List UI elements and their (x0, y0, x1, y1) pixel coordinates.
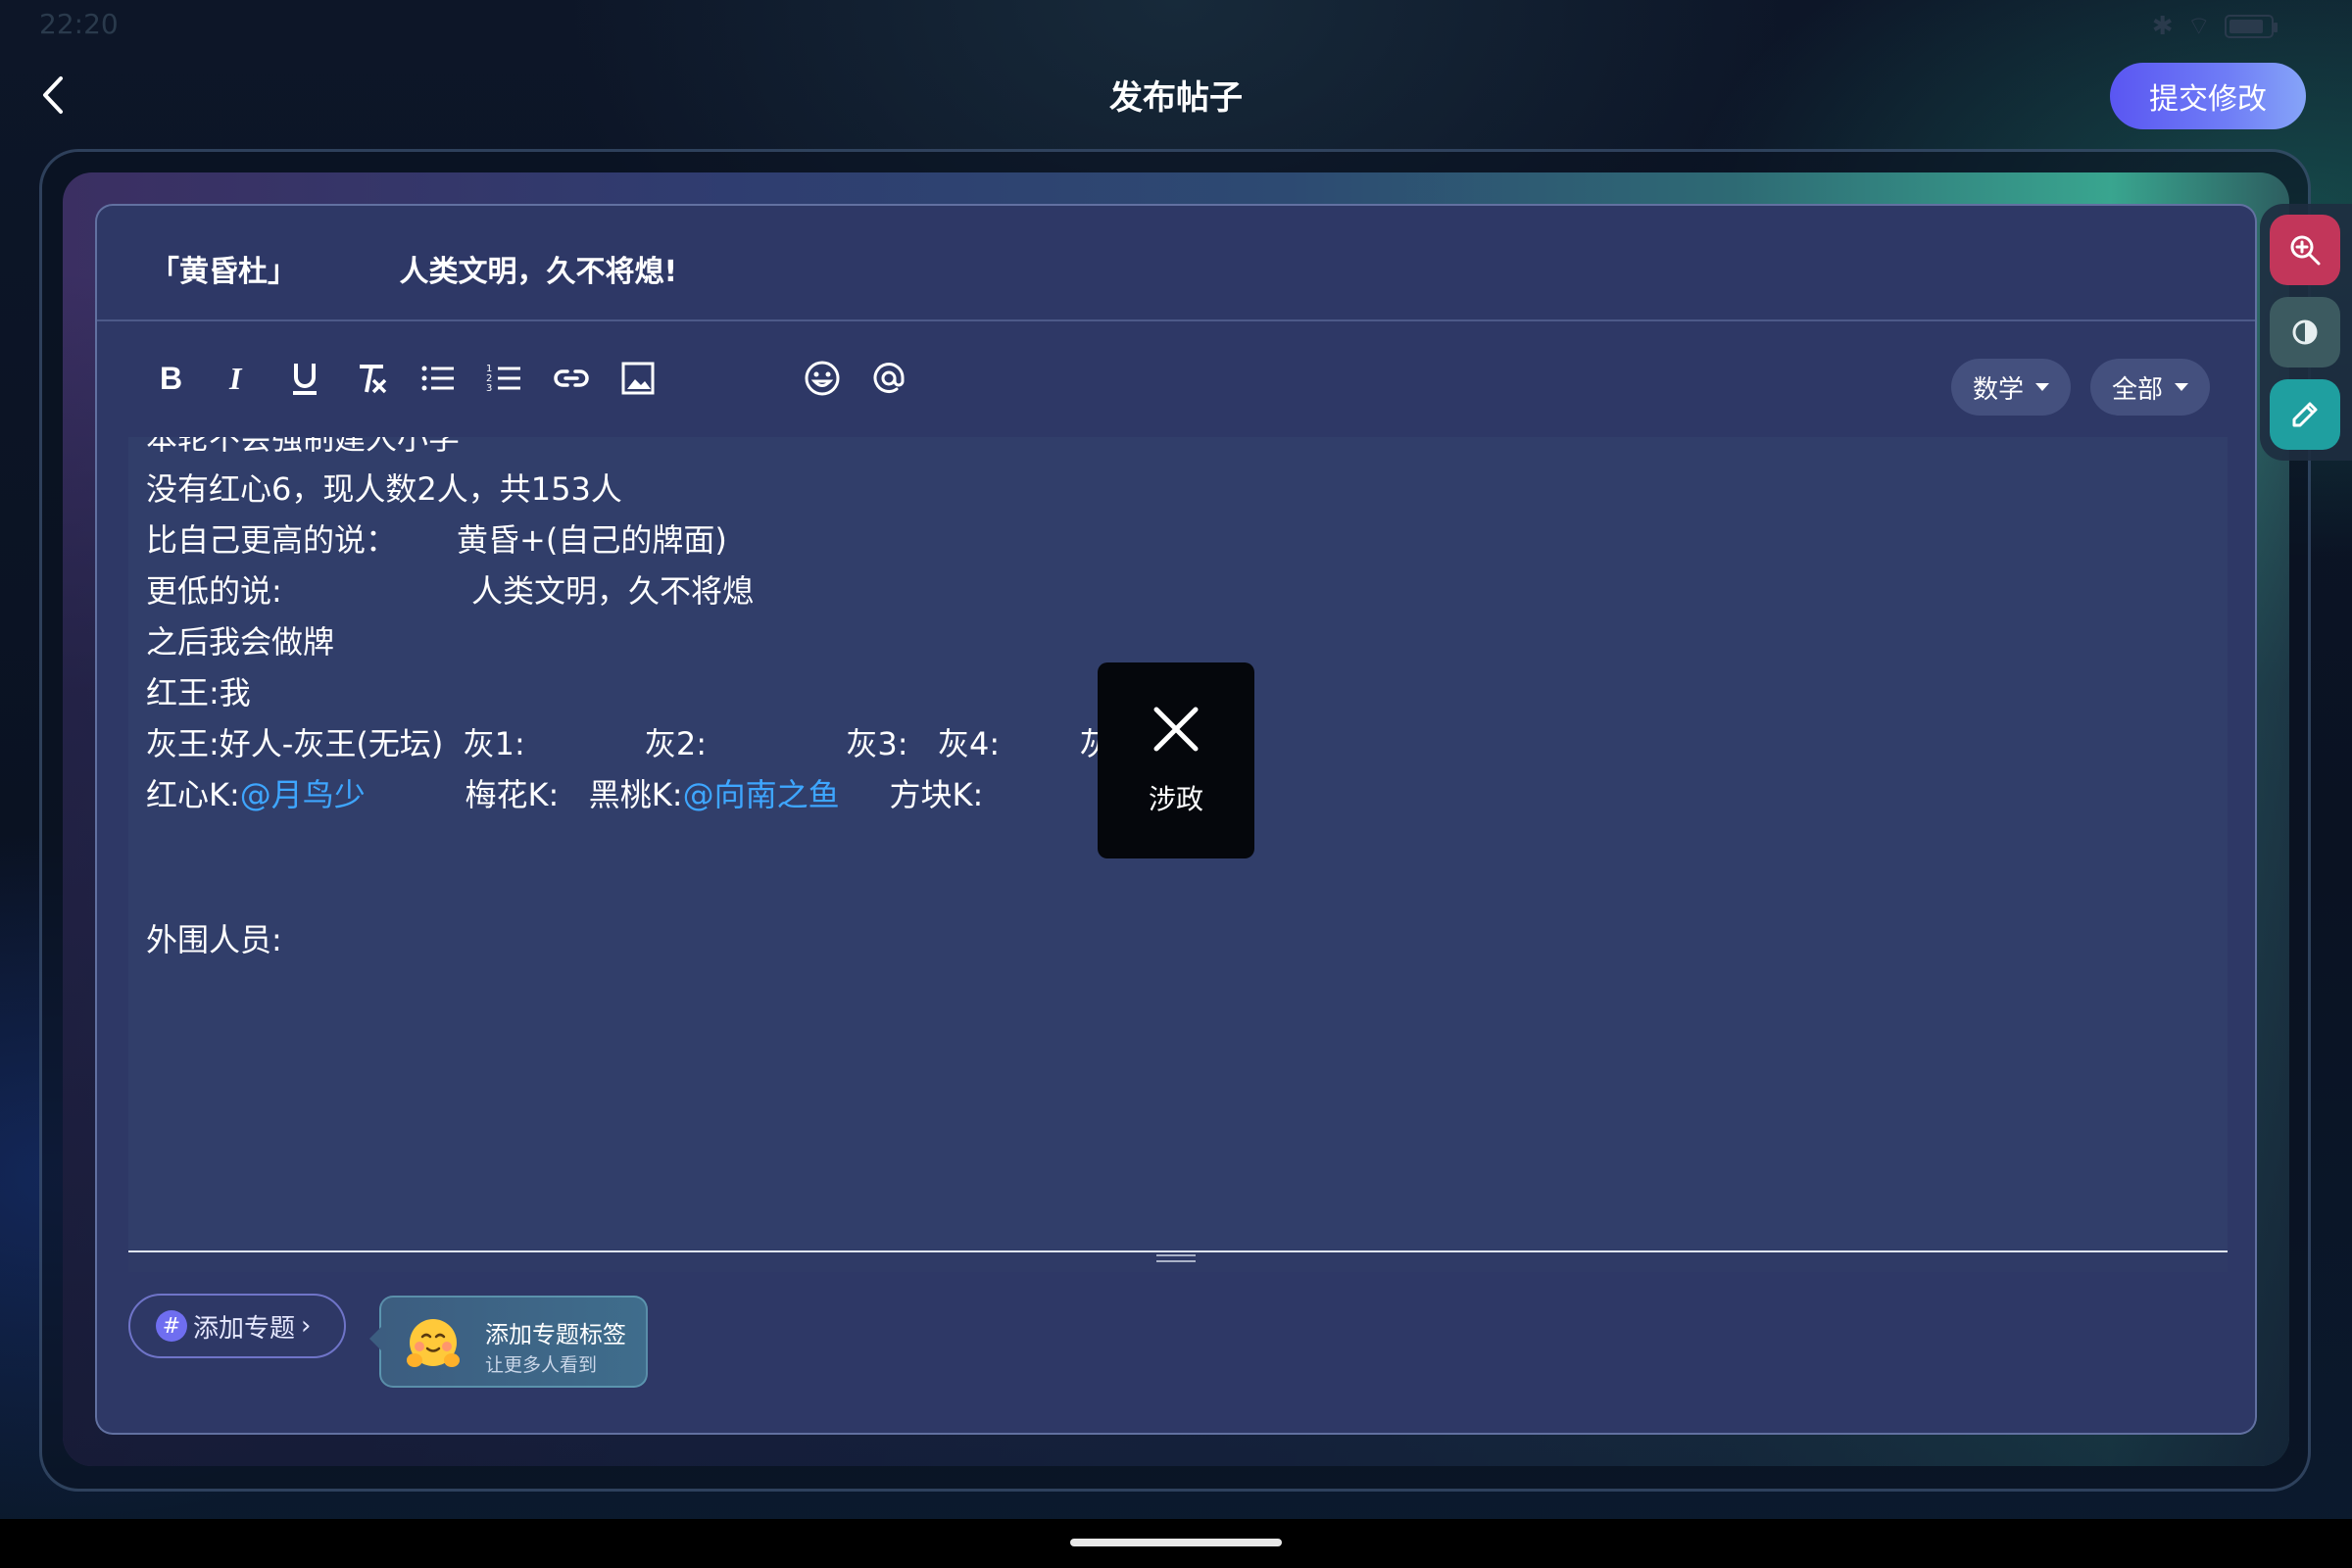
underline-button[interactable] (279, 353, 330, 404)
editor-line: 没有红心6，现人数2人，共153人 (146, 470, 622, 508)
editor-line-partial: 本轮不会强制建人小学 (146, 437, 461, 457)
bold-button[interactable]: B (146, 353, 197, 404)
editor-text: 方块K: (839, 776, 984, 813)
numbered-list-icon: 123 (486, 364, 520, 394)
editor-line: 红王:我 (146, 674, 251, 711)
scope-select[interactable]: 全部 (2090, 359, 2211, 416)
home-indicator[interactable] (1070, 1539, 1282, 1546)
wifi-icon: ⌔ (2186, 12, 2211, 41)
link-icon (554, 369, 589, 387)
editor-text: 梅花K: 黑桃K: (365, 776, 683, 813)
resize-handle-icon[interactable] (1156, 1254, 1196, 1266)
editor-line: 灰王:好人-灰王(无坛) 灰1: 灰2: 灰3: 灰4: 灰5: (146, 725, 1142, 762)
scope-select-value: 全部 (2112, 374, 2164, 405)
toast-text: 涉政 (1148, 783, 1203, 815)
mention-link[interactable]: @月鸟少 (240, 776, 366, 813)
mention-link[interactable]: @向南之鱼 (683, 776, 840, 813)
emoji-icon (805, 361, 840, 396)
bullet-list-button[interactable] (413, 353, 464, 404)
mention-icon (873, 363, 905, 393)
close-icon (1153, 707, 1199, 752)
editor-line: 更低的说: 人类文明，久不将熄 (146, 572, 755, 610)
battery-icon (2225, 14, 2278, 38)
numbered-list-button[interactable]: 123 (479, 353, 530, 404)
svg-text:3: 3 (486, 383, 492, 394)
format-toolbar: B I 123 (146, 353, 930, 404)
bold-icon: B (160, 361, 182, 396)
emoji-button[interactable] (797, 353, 848, 404)
status-icons: ✱ ⌔ (2151, 10, 2278, 42)
bullet-list-icon (421, 366, 454, 391)
tip-title: 添加专题标签 (485, 1321, 626, 1348)
submit-button[interactable]: 提交修改 (2110, 63, 2306, 129)
underline-icon (293, 364, 317, 395)
add-topic-label: 添加专题 (193, 1313, 296, 1344)
caret-down-icon (2175, 383, 2189, 391)
page-title: 发布帖子 (1109, 78, 1243, 118)
zoom-in-icon (2290, 235, 2321, 266)
contrast-button[interactable] (2270, 297, 2340, 368)
add-topic-button[interactable]: # 添加专题 › (128, 1294, 346, 1358)
zoom-button[interactable] (2270, 215, 2340, 285)
bluetooth-icon: ✱ (2151, 11, 2174, 41)
hugging-face-icon (407, 1319, 460, 1367)
italic-button[interactable]: I (213, 353, 264, 404)
subject-select-value: 数学 (1973, 374, 2025, 405)
floating-tool-panel (2260, 204, 2352, 461)
italic-icon: I (228, 361, 243, 396)
svg-text:I: I (228, 361, 243, 396)
subject-select[interactable]: 数学 (1951, 359, 2072, 416)
screen: 22:20 ✱ ⌔ 发布帖子 提交修改 「黄昏杜」 人类文明，久不将熄! B I (0, 0, 2352, 1568)
editor-text: 红心K: (146, 776, 240, 813)
editor-line: 外围人员: (146, 921, 282, 958)
eyedropper-icon (2292, 402, 2318, 427)
tip-subtitle: 让更多人看到 (485, 1354, 598, 1376)
clear-format-icon (360, 365, 387, 394)
chevron-right-icon: › (301, 1311, 312, 1341)
toast-message: 涉政 (1098, 662, 1254, 858)
post-title-input[interactable]: 「黄昏杜」 人类文明，久不将熄! (150, 247, 677, 290)
editor-line: 之后我会做牌 (146, 623, 335, 661)
topic-tip-bubble[interactable]: 添加专题标签 让更多人看到 (369, 1296, 648, 1388)
image-button[interactable] (612, 353, 663, 404)
image-icon (621, 362, 655, 395)
clear-format-button[interactable] (346, 353, 397, 404)
system-nav-bar (0, 1519, 2352, 1568)
svg-text:B: B (160, 361, 182, 396)
mention-button[interactable] (863, 353, 914, 404)
editor-line: 比自己更高的说： 黄昏+(自己的牌面) (146, 521, 727, 559)
caret-down-icon (2035, 383, 2050, 391)
title-row[interactable]: 「黄昏杜」 人类文明，久不将熄! (97, 206, 2255, 321)
hashtag-icon: # (156, 1310, 187, 1342)
link-button[interactable] (546, 353, 597, 404)
status-time: 22:20 (39, 8, 119, 40)
editor-line: 红心K:@月鸟少 梅花K: 黑桃K:@向南之鱼 方块K: (146, 770, 983, 815)
contrast-icon (2292, 319, 2318, 345)
color-picker-button[interactable] (2270, 379, 2340, 450)
